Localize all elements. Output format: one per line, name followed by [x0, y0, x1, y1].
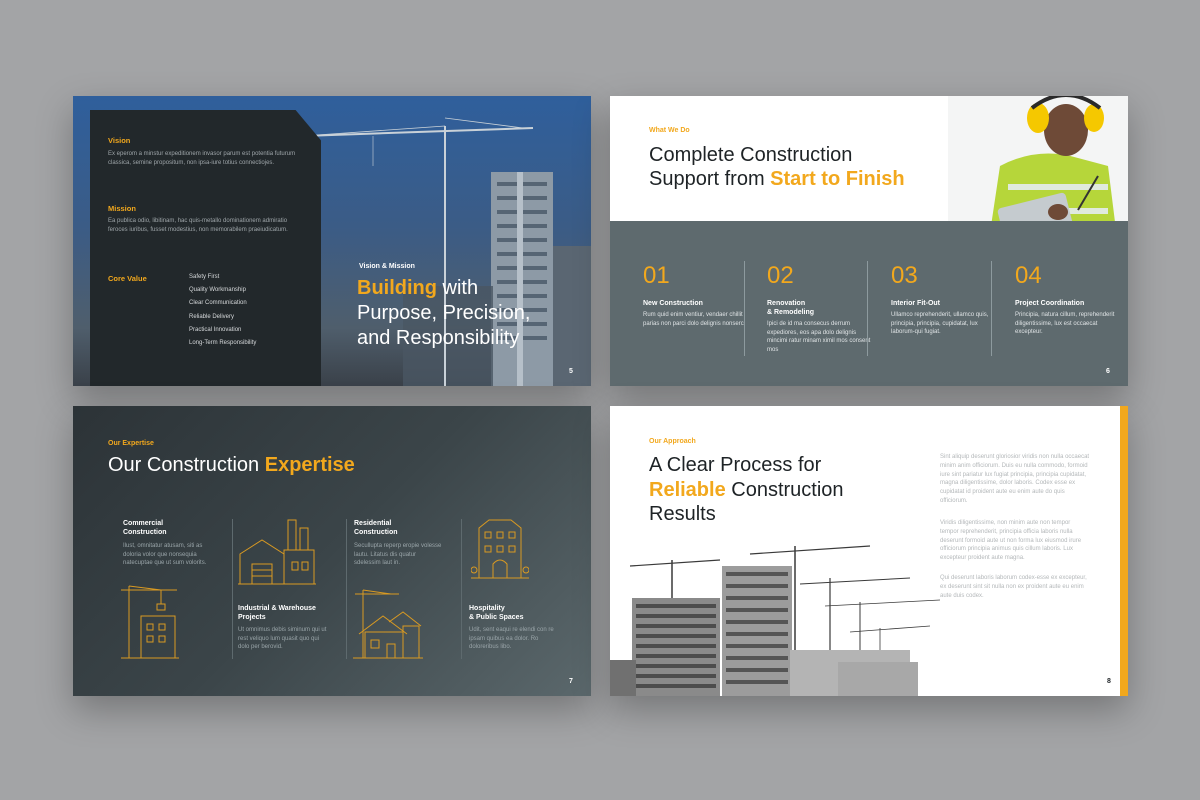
service-item: 02 Renovation & Remodeling Ipici de id m… — [767, 263, 877, 354]
slide-what-we-do[interactable]: What We Do Complete Construction Support… — [610, 96, 1128, 386]
slide-title: Building with Purpose, Precision, and Re… — [357, 276, 530, 351]
title-highlight: Expertise — [264, 454, 355, 476]
slide-vision-mission[interactable]: Vision Ex eperom a minstur expeditionem … — [73, 96, 591, 386]
title-text: Purpose, Precision, — [357, 302, 531, 324]
divider — [346, 519, 347, 659]
core-value-label: Core Value — [108, 274, 147, 283]
slide-eyebrow: Our Approach — [649, 438, 696, 445]
expertise-title: Residential Construction — [354, 520, 398, 536]
service-title: New Construction — [643, 300, 703, 307]
slide-title: A Clear Process for Reliable Constructio… — [649, 453, 844, 527]
expertise-desc: Secullupta reperp eropie volesse lautu. … — [354, 543, 442, 566]
slide-eyebrow: What We Do — [649, 127, 690, 134]
title-text: Support from — [649, 168, 771, 190]
service-item: 04 Project Coordination Principia, natur… — [1015, 263, 1125, 337]
mission-label: Mission — [108, 204, 136, 213]
service-desc: Ipici de id ma consecus derrum expediore… — [767, 321, 871, 353]
vision-text: Ex eperom a minstur expeditionem invasor… — [108, 151, 296, 166]
service-desc: Principia, natura cillum, reprehenderit … — [1015, 312, 1115, 335]
page-number: 7 — [569, 678, 573, 685]
title-text: and Responsibility — [357, 327, 520, 349]
slide-title: Complete Construction Support from Start… — [649, 143, 905, 191]
list-item: Quality Workmanship — [189, 287, 246, 294]
construction-site-photo — [610, 542, 940, 696]
divider — [744, 261, 745, 356]
title-text: Our Construction — [108, 454, 265, 476]
list-item: Reliable Delivery — [189, 313, 235, 320]
mission-text: Ea publica odio, libitinam, hac quis-met… — [108, 218, 288, 233]
service-item: 01 New Construction Rum quid enim ventiu… — [643, 263, 753, 328]
service-desc: Rum quid enim ventiur, vendaer chillit p… — [643, 312, 746, 327]
slide-approach[interactable]: Our Approach A Clear Process for Reliabl… — [610, 406, 1128, 696]
service-number: 04 — [1015, 262, 1042, 289]
expertise-title: Industrial & Warehouse Projects — [238, 605, 316, 621]
slide-expertise[interactable]: Our Expertise Our Construction Expertise… — [73, 406, 591, 696]
title-highlight: Building — [357, 277, 437, 299]
service-item: 03 Interior Fit-Out Ullamco reprehenderi… — [891, 263, 1001, 337]
title-highlight: Start to Finish — [770, 168, 905, 190]
slide-title: Our Construction Expertise — [108, 454, 355, 477]
body-paragraph: Viridis diligentissime, non minim aute n… — [940, 520, 1082, 562]
vision-label: Vision — [108, 136, 131, 145]
service-title: Interior Fit-Out — [891, 300, 940, 307]
body-paragraph: Sint aliquip deserunt gloriosior viridis… — [940, 454, 1090, 504]
expertise-title: Commercial Construction — [123, 520, 167, 536]
page-number: 8 — [1107, 678, 1111, 685]
title-text: Construction — [725, 478, 844, 501]
list-item: Safety First — [189, 274, 220, 280]
divider — [991, 261, 992, 356]
hotel-icon — [471, 519, 529, 579]
title-text: Results — [649, 503, 716, 525]
expertise-desc: Udit, sent eaqui re elendi con re ipsam … — [469, 627, 554, 650]
expertise-title: Hospitality & Public Spaces — [469, 605, 524, 621]
expertise-desc: Ut omnimus debis siminum qui ut rest vel… — [238, 627, 327, 650]
core-value-list: Safety First Quality Workmanship Clear C… — [189, 274, 256, 353]
expertise-desc: Ilust, omnitatur atusam, siti as doloria… — [123, 543, 207, 566]
warehouse-icon — [238, 519, 316, 585]
body-paragraph: Qui deserunt laboris laborum codex-esse … — [940, 575, 1087, 599]
title-highlight: Reliable — [649, 478, 726, 501]
accent-bar — [1120, 406, 1128, 696]
title-text: with — [436, 277, 479, 299]
slide-eyebrow: Our Expertise — [108, 440, 154, 447]
service-number: 03 — [891, 262, 918, 289]
service-title: Renovation & Remodeling — [767, 300, 815, 316]
slide-eyebrow: Vision & Mission — [359, 263, 415, 270]
house-icon — [353, 589, 423, 659]
service-number: 01 — [643, 262, 670, 289]
service-desc: Ullamco reprehenderit, ullamco quis, pri… — [891, 312, 989, 335]
commercial-building-icon — [121, 585, 179, 659]
page-number: 5 — [569, 368, 573, 375]
list-item: Long-Term Responsibility — [189, 339, 257, 346]
service-title: Project Coordination — [1015, 300, 1085, 307]
list-item: Practical Innovation — [189, 326, 242, 333]
title-text: A Clear Process for — [649, 454, 822, 476]
title-text: Complete Construction — [649, 144, 853, 166]
divider — [867, 261, 868, 356]
service-number: 02 — [767, 262, 794, 289]
list-item: Clear Communication — [189, 300, 247, 307]
divider — [232, 519, 233, 659]
divider — [461, 519, 462, 659]
page-number: 6 — [1106, 368, 1110, 375]
